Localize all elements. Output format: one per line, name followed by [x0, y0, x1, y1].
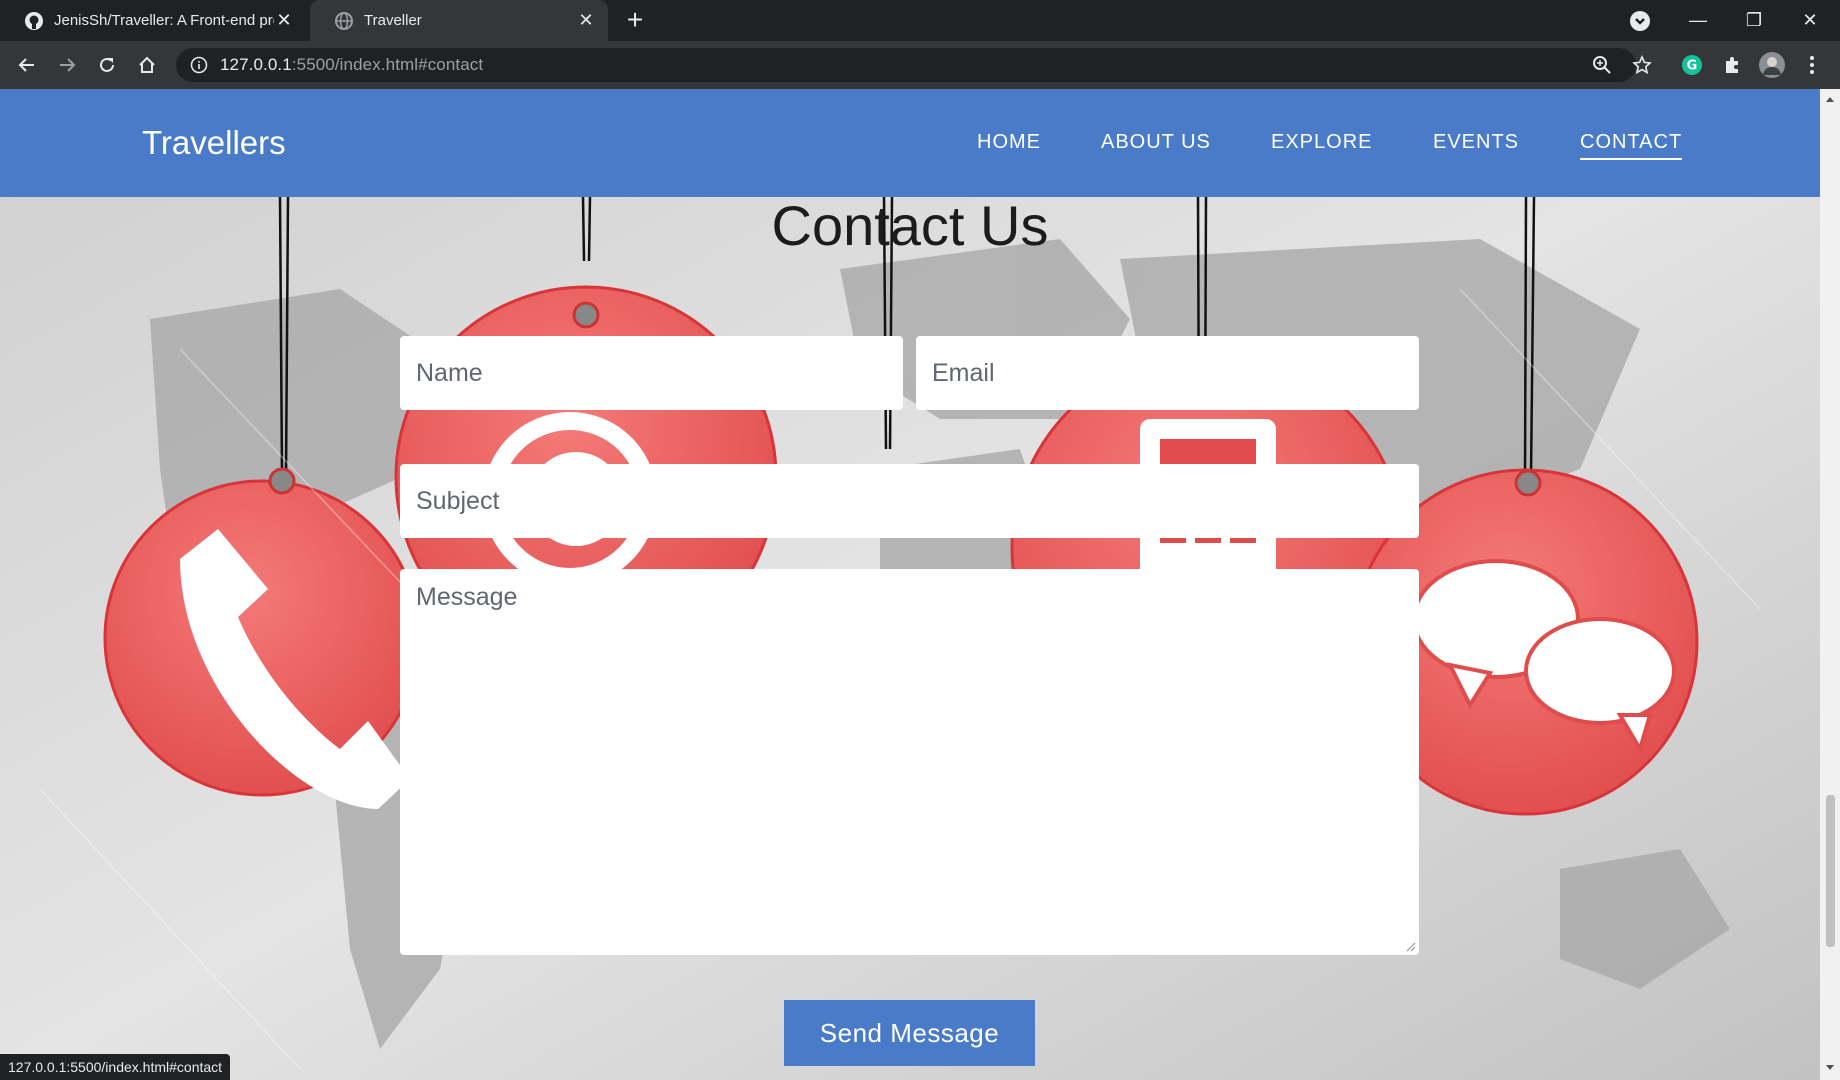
- close-icon[interactable]: ✕: [274, 10, 294, 31]
- email-placeholder: Email: [932, 358, 995, 387]
- tab-search-icon[interactable]: [1612, 0, 1668, 41]
- forward-icon[interactable]: [51, 49, 83, 81]
- subject-placeholder: Subject: [416, 486, 500, 515]
- brand-logo[interactable]: Travellers: [142, 124, 286, 162]
- message-textarea[interactable]: Message: [400, 569, 1419, 955]
- resize-grip-icon[interactable]: [1406, 942, 1416, 952]
- info-icon[interactable]: [190, 56, 208, 74]
- svg-text:G: G: [1687, 59, 1698, 74]
- nav-home[interactable]: HOME: [977, 131, 1041, 154]
- github-icon: [25, 11, 43, 30]
- page-title: Contact Us: [771, 194, 1049, 257]
- globe-icon: [335, 11, 353, 30]
- name-placeholder: Name: [416, 358, 483, 387]
- site-navbar: Travellers HOME ABOUT US EXPLORE EVENTS …: [0, 89, 1820, 197]
- page-viewport: Travellers HOME ABOUT US EXPLORE EVENTS …: [0, 89, 1820, 1080]
- new-tab-icon[interactable]: +: [620, 6, 650, 36]
- name-field[interactable]: Name: [400, 336, 903, 410]
- subject-field[interactable]: Subject: [400, 464, 1419, 538]
- scroll-down-icon[interactable]: [1825, 1064, 1835, 1072]
- nav-contact[interactable]: CONTACT: [1580, 131, 1683, 160]
- send-message-button[interactable]: Send Message: [784, 1000, 1035, 1066]
- nav-events[interactable]: EVENTS: [1433, 131, 1519, 154]
- grammarly-icon[interactable]: G: [1675, 48, 1709, 82]
- star-icon[interactable]: [1625, 48, 1659, 82]
- tab-github[interactable]: JenisSh/Traveller: A Front-end pro ✕: [0, 0, 306, 41]
- reload-icon[interactable]: [91, 49, 123, 81]
- url-text: 127.0.0.1:5500/index.html#contact: [220, 55, 484, 74]
- tab-traveller[interactable]: Traveller ✕: [310, 0, 608, 41]
- status-bar-url: 127.0.0.1:5500/index.html#contact: [0, 1054, 231, 1080]
- back-icon[interactable]: [11, 49, 43, 81]
- nav-explore[interactable]: EXPLORE: [1271, 131, 1372, 154]
- email-field[interactable]: Email: [916, 336, 1419, 410]
- scroll-up-icon[interactable]: [1825, 95, 1835, 103]
- zoom-icon[interactable]: [1585, 48, 1619, 82]
- message-placeholder: Message: [416, 583, 518, 611]
- extensions-icon[interactable]: [1715, 48, 1749, 82]
- minimize-icon[interactable]: —: [1670, 0, 1726, 41]
- window-close-icon[interactable]: ✕: [1782, 0, 1838, 41]
- tab-strip: JenisSh/Traveller: A Front-end pro ✕ Tra…: [0, 0, 1840, 41]
- profile-avatar[interactable]: [1755, 48, 1789, 82]
- menu-icon[interactable]: [1795, 48, 1829, 82]
- address-bar[interactable]: 127.0.0.1:5500/index.html#contact: [176, 48, 1636, 82]
- restore-icon[interactable]: ❐: [1726, 0, 1782, 41]
- home-icon[interactable]: [131, 49, 163, 81]
- scrollbar-thumb[interactable]: [1826, 795, 1835, 947]
- tab-title: JenisSh/Traveller: A Front-end pro: [54, 12, 274, 29]
- tab-title: Traveller: [364, 12, 422, 29]
- page-scrollbar[interactable]: [1820, 89, 1840, 1080]
- close-icon[interactable]: ✕: [576, 10, 596, 31]
- nav-about-us[interactable]: ABOUT US: [1101, 131, 1211, 154]
